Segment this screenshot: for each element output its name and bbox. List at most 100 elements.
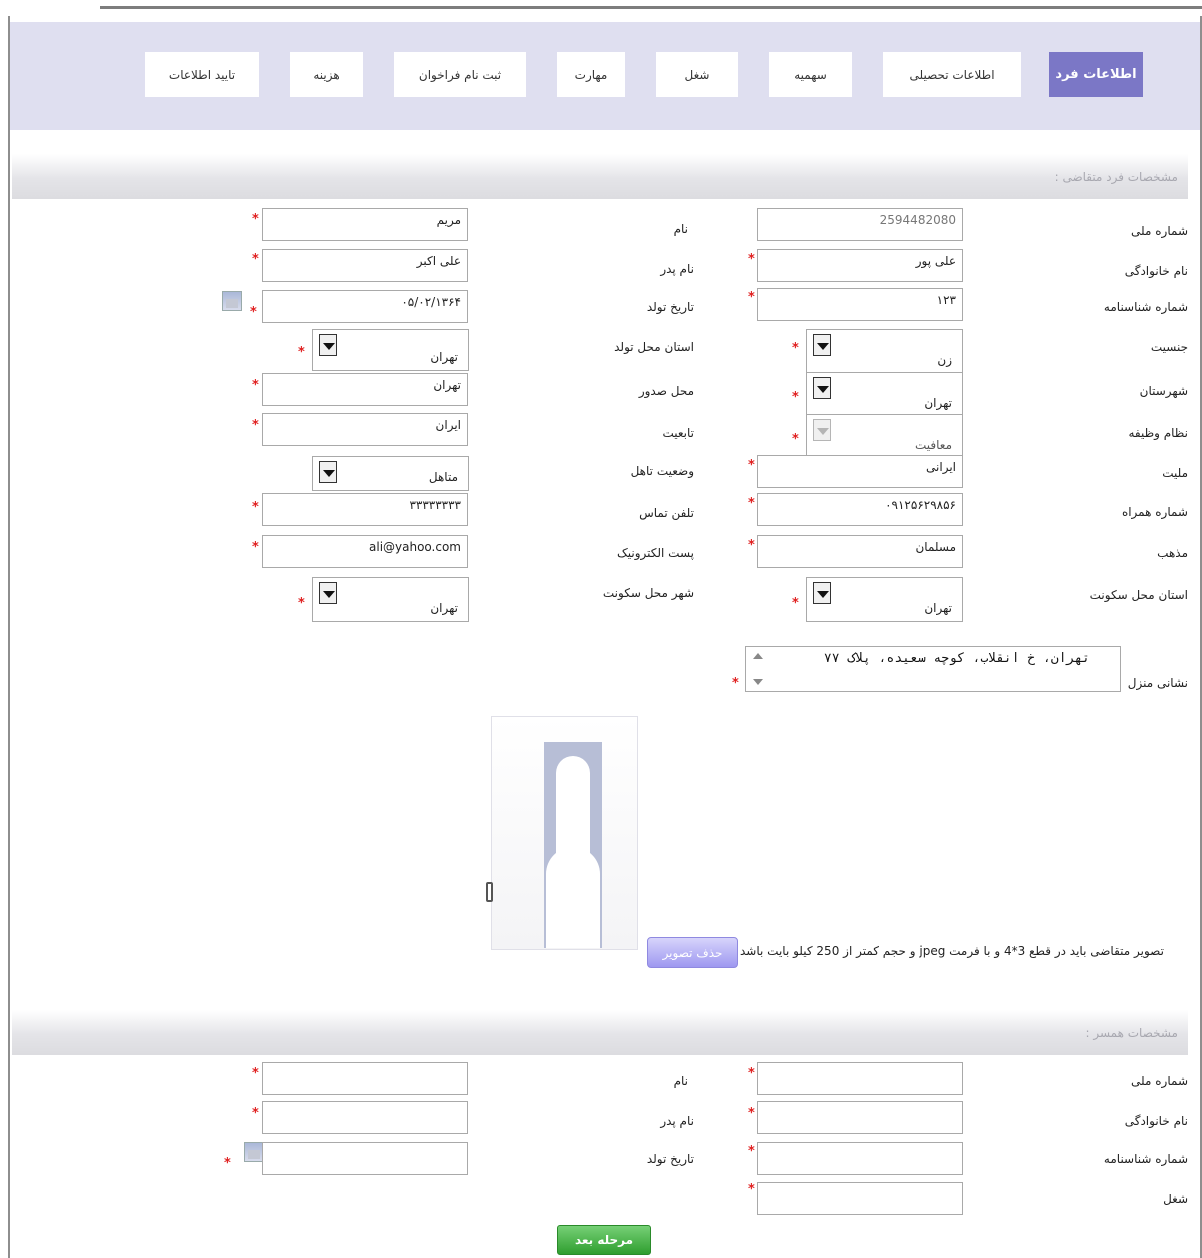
required-mark: * [252,1066,259,1081]
label-issue-place: محل صدور [638,384,694,398]
city-select-value: تهران [924,396,952,410]
required-mark: * [748,1182,755,1197]
scroll-down-icon[interactable] [753,679,763,685]
chevron-down-icon[interactable] [319,461,337,483]
required-mark: * [792,341,799,356]
gender-select-value: زن [937,353,952,367]
required-mark: * [792,596,799,611]
last-name-input[interactable]: علی پور [757,249,963,282]
nationality-input[interactable]: ایرانی [757,455,963,488]
delete-photo-button[interactable]: حذف تصویر [647,937,738,968]
address-text: تهران، خ انقلاب، کوچه سعیده، پلاک ۷۷ [823,651,1090,666]
label-birth-province: استان محل تولد [614,340,694,354]
label-first-name: نام [673,222,688,236]
spouse-national-id-input[interactable] [757,1062,963,1095]
tab-quota[interactable]: سهمیه [769,52,852,97]
religion-input[interactable]: مسلمان [757,535,963,568]
spouse-birth-date-input[interactable] [262,1142,468,1175]
label-spouse-id-number: شماره شناسنامه [1103,1152,1188,1166]
label-mobile: شماره همراه [1121,505,1188,519]
calendar-icon[interactable] [222,291,242,311]
required-mark: * [748,290,755,305]
phone-input[interactable]: ۳۳۳۳۳۳۳۳ [262,493,468,526]
label-spouse-national-id: شماره ملی [1131,1074,1188,1088]
label-marital-status: وضعیت تاهل [630,464,694,478]
chevron-down-icon[interactable] [813,334,831,356]
chevron-down-icon[interactable] [813,582,831,604]
citizenship-input[interactable]: ایران [262,413,468,446]
birth-province-select[interactable]: تهران [312,329,469,371]
address-textarea[interactable]: تهران، خ انقلاب، کوچه سعیده، پلاک ۷۷ [745,646,1121,692]
email-input[interactable]: ali@yahoo.com [262,535,468,568]
required-mark: * [252,252,259,267]
tab-confirm-info[interactable]: تایید اطلاعات [145,52,259,97]
applicant-photo [491,716,638,950]
scroll-up-icon[interactable] [753,653,763,659]
father-name-input[interactable]: علی اکبر [262,249,468,282]
textarea-scrollbar[interactable] [750,649,766,689]
tab-education-info[interactable]: اطلاعات تحصیلی [883,52,1021,97]
label-father-name: نام پدر [660,262,694,276]
tab-cost[interactable]: هزینه [290,52,363,97]
tab-job[interactable]: شغل [656,52,738,97]
required-mark: * [748,496,755,511]
mobile-input[interactable]: ۰۹۱۲۵۶۲۹۸۵۶ [757,493,963,526]
tab-bar: اطلاعات فرد اطلاعات تحصیلی سهمیه شغل مها… [10,22,1200,130]
required-mark: * [298,596,305,611]
label-last-name: نام خانوادگی [1124,264,1188,278]
required-mark: * [732,676,739,691]
label-spouse-birth-date: تاریخ تولد [646,1152,694,1166]
applicant-section-title: مشخصات فرد متقاضی : [1054,169,1178,184]
residence-province-select[interactable]: تهران [806,577,963,622]
required-mark: * [792,432,799,447]
spouse-id-number-input[interactable] [757,1142,963,1175]
next-step-button[interactable]: مرحله بعد [557,1225,651,1255]
photo-resize-handle[interactable] [486,882,493,902]
birth-date-input[interactable]: ۰۵/۰۲/۱۳۶۴ [262,290,468,323]
chevron-down-icon [813,419,831,441]
required-mark: * [748,1144,755,1159]
spouse-father-name-input[interactable] [262,1101,468,1134]
chevron-down-icon[interactable] [319,582,337,604]
id-number-input[interactable]: ۱۲۳ [757,288,963,321]
required-mark: * [252,500,259,515]
required-mark: * [748,538,755,553]
military-service-select: معافیت [806,414,963,459]
required-mark: * [252,378,259,393]
label-nationality: ملیت [1162,466,1188,480]
city-select[interactable]: تهران [806,372,963,417]
tab-skill[interactable]: مهارت [557,52,625,97]
military-service-value: معافیت [914,438,952,452]
label-citizenship: تابعیت [662,426,694,440]
required-mark: * [252,418,259,433]
label-email: پست الکترونیک [617,546,694,560]
spouse-section-header: مشخصات همسر : [12,1010,1188,1055]
chevron-down-icon[interactable] [319,334,337,356]
spouse-job-input[interactable] [757,1182,963,1215]
national-id-input[interactable]: 2594482080 [757,208,963,241]
photo-requirements-note: تصویر متقاضی باید در قطع 3*4 و با فرمت j… [740,944,1164,958]
residence-city-select[interactable]: تهران [312,577,469,622]
calendar-icon[interactable] [244,1142,264,1162]
label-gender: جنسیت [1150,340,1188,354]
chevron-down-icon[interactable] [813,377,831,399]
required-mark: * [224,1156,231,1171]
label-national-id: شماره ملی [1131,224,1188,238]
required-mark: * [748,458,755,473]
issue-place-input[interactable]: تهران [262,373,468,406]
spouse-last-name-input[interactable] [757,1101,963,1134]
label-city: شهرستان [1139,384,1188,398]
label-residence-city: شهر محل سکونت [602,586,694,600]
tab-recall-registration[interactable]: ثبت نام فراخوان [394,52,526,97]
required-mark: * [250,305,257,320]
marital-status-value: متاهل [428,470,458,484]
first-name-input[interactable]: مریم [262,208,468,241]
label-spouse-job: شغل [1163,1192,1188,1206]
label-spouse-last-name: نام خانوادگی [1124,1114,1188,1128]
gender-select[interactable]: زن [806,329,963,374]
required-mark: * [748,1066,755,1081]
tab-personal-info[interactable]: اطلاعات فرد [1049,52,1143,97]
spouse-first-name-input[interactable] [262,1062,468,1095]
spouse-section-title: مشخصات همسر : [1085,1025,1178,1040]
marital-status-select[interactable]: متاهل [312,456,469,491]
